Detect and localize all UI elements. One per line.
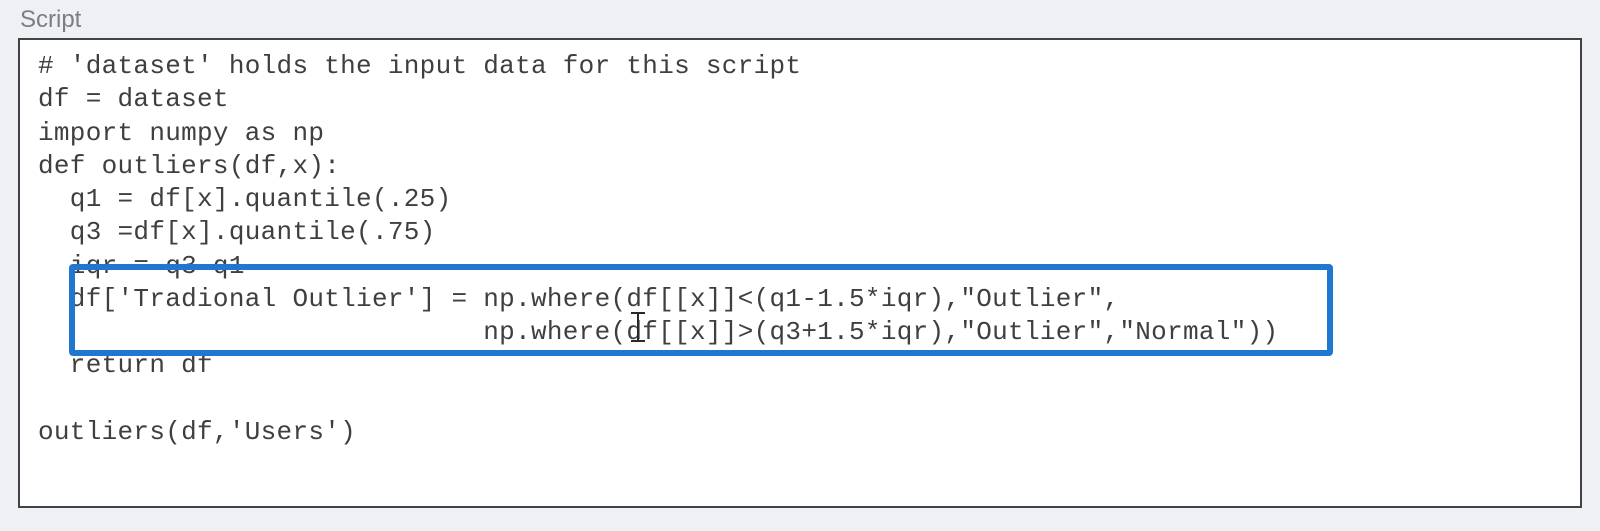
- code-line[interactable]: def outliers(df,x):: [38, 151, 340, 181]
- script-editor[interactable]: # 'dataset' holds the input data for thi…: [18, 38, 1582, 508]
- code-line[interactable]: q3 =df[x].quantile(.75): [38, 217, 436, 247]
- code-line[interactable]: # 'dataset' holds the input data for thi…: [38, 51, 801, 81]
- code-line[interactable]: iqr = q3-q1: [38, 251, 245, 281]
- code-line[interactable]: df['Tradional Outlier'] = np.where(df[[x…: [38, 284, 1119, 314]
- panel-title: Script: [20, 6, 1582, 34]
- code-line[interactable]: np.where(df[[x]]>(q3+1.5*iqr),"Outlier",…: [38, 317, 1278, 347]
- code-line[interactable]: import numpy as np: [38, 118, 324, 148]
- code-line[interactable]: return df: [38, 350, 213, 380]
- code-line[interactable]: df = dataset: [38, 84, 229, 114]
- script-panel: Script # 'dataset' holds the input data …: [0, 0, 1600, 520]
- code-line[interactable]: outliers(df,'Users'): [38, 417, 356, 447]
- code-line[interactable]: q1 = df[x].quantile(.25): [38, 184, 451, 214]
- code-block[interactable]: # 'dataset' holds the input data for thi…: [38, 50, 1562, 449]
